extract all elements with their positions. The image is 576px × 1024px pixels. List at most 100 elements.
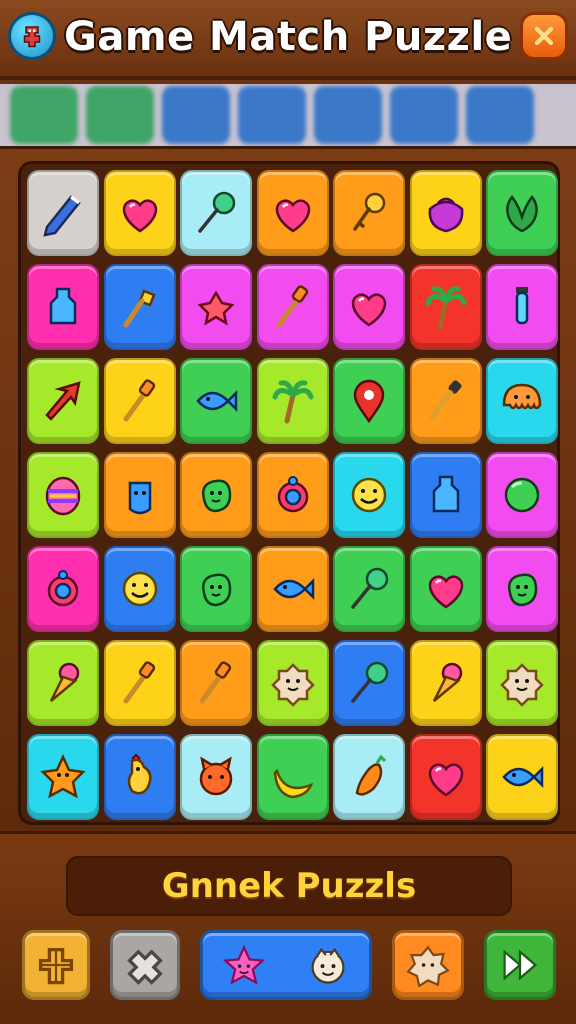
torch-icon: [123, 289, 156, 328]
characters-button[interactable]: [200, 930, 372, 1000]
preview-tile: [390, 86, 458, 144]
game-tile[interactable]: [333, 264, 405, 350]
game-tile[interactable]: [180, 170, 252, 256]
game-tile[interactable]: [409, 358, 482, 444]
game-tile[interactable]: [103, 358, 176, 444]
game-tile[interactable]: [333, 452, 405, 538]
totem-icon: [38, 947, 74, 985]
game-tile[interactable]: [103, 546, 176, 632]
game-tile[interactable]: [333, 640, 405, 726]
game-tile[interactable]: [409, 264, 482, 350]
game-tile[interactable]: [27, 734, 99, 820]
jellyfish-icon: [502, 383, 542, 410]
game-tile[interactable]: [486, 264, 558, 350]
dropper-icon: [428, 380, 461, 420]
carrot-icon: [355, 754, 387, 796]
game-tile[interactable]: [333, 170, 405, 256]
game-tile[interactable]: [103, 452, 176, 538]
smiley-icon: [351, 477, 387, 513]
game-tile[interactable]: [256, 734, 329, 820]
brush-icon: [276, 285, 308, 328]
game-tile[interactable]: [103, 264, 176, 350]
game-board: [18, 161, 560, 825]
game-tile[interactable]: [256, 546, 329, 632]
cookie-button[interactable]: [392, 930, 464, 1000]
easter-egg-icon: [45, 476, 81, 516]
bean-icon: [202, 573, 232, 607]
game-tile[interactable]: [180, 264, 252, 350]
puzzle-name-banner: Gnnek Puzzls: [66, 856, 512, 916]
pencil-icon: [43, 195, 81, 237]
game-tile[interactable]: [409, 452, 482, 538]
bottle-icon: [49, 287, 77, 325]
bottle-icon: [432, 475, 459, 513]
key-icon: [353, 192, 386, 231]
game-tile[interactable]: [486, 452, 558, 538]
game-tile[interactable]: [409, 640, 482, 726]
game-tile[interactable]: [486, 358, 558, 444]
heart-icon: [275, 199, 310, 233]
palm-tree-icon: [425, 286, 466, 330]
camera-icon: [47, 570, 79, 607]
board-frame: [0, 146, 576, 834]
preview-tile: [238, 86, 306, 144]
banana-icon: [273, 768, 313, 799]
cookie-icon: [270, 663, 315, 707]
camera-icon: [277, 476, 308, 513]
game-tile[interactable]: [27, 358, 99, 444]
fish-icon: [196, 389, 238, 413]
game-tile[interactable]: [486, 170, 558, 256]
game-tile[interactable]: [486, 640, 558, 726]
game-tile[interactable]: [333, 358, 405, 444]
game-tile[interactable]: [256, 170, 329, 256]
close-button[interactable]: [520, 12, 568, 60]
game-tile[interactable]: [27, 452, 99, 538]
game-tile[interactable]: [180, 640, 252, 726]
game-tile[interactable]: [486, 734, 558, 820]
game-tile[interactable]: [103, 170, 176, 256]
map-pin-icon: [353, 379, 385, 424]
game-tile[interactable]: [180, 734, 252, 820]
cat-icon: [199, 756, 233, 796]
face-icon: [311, 947, 345, 984]
game-tile[interactable]: [486, 546, 558, 632]
game-tile[interactable]: [256, 452, 329, 538]
game-tile[interactable]: [180, 358, 252, 444]
game-tile[interactable]: [27, 264, 99, 350]
close-icon: [534, 26, 554, 46]
totem-button[interactable]: [8, 12, 56, 60]
star-icon: [40, 754, 86, 799]
next-button[interactable]: [484, 930, 556, 1000]
game-tile[interactable]: [256, 358, 329, 444]
game-tile[interactable]: [333, 734, 405, 820]
brush-icon: [199, 661, 232, 704]
totem-button[interactable]: [22, 930, 90, 1000]
game-tile[interactable]: [180, 546, 252, 632]
heart-icon: [428, 763, 463, 797]
fast-forward-icon: [503, 949, 538, 981]
game-tile[interactable]: [409, 170, 482, 256]
ball-icon: [504, 477, 540, 513]
heart-icon: [122, 199, 157, 233]
game-tile[interactable]: [103, 734, 176, 820]
ice-cream-icon: [49, 662, 80, 702]
chicken-icon: [127, 753, 151, 795]
game-tile[interactable]: [409, 734, 482, 820]
heart-icon: [428, 575, 463, 609]
page-title: Game Match Puzzle: [64, 14, 513, 60]
game-tile[interactable]: [27, 640, 99, 726]
footer: Gnnek Puzzls: [0, 834, 576, 1024]
game-tile[interactable]: [333, 546, 405, 632]
puzzle-button[interactable]: [110, 930, 180, 1000]
bean-icon: [202, 479, 232, 513]
game-tile[interactable]: [27, 546, 99, 632]
game-tile[interactable]: [27, 170, 99, 256]
game-tile[interactable]: [256, 640, 329, 726]
game-tile[interactable]: [180, 452, 252, 538]
ice-cream-icon: [432, 662, 462, 702]
heart-icon: [351, 293, 387, 327]
game-tile[interactable]: [409, 546, 482, 632]
puzzle-icon: [127, 949, 163, 985]
game-tile[interactable]: [256, 264, 329, 350]
game-tile[interactable]: [103, 640, 176, 726]
